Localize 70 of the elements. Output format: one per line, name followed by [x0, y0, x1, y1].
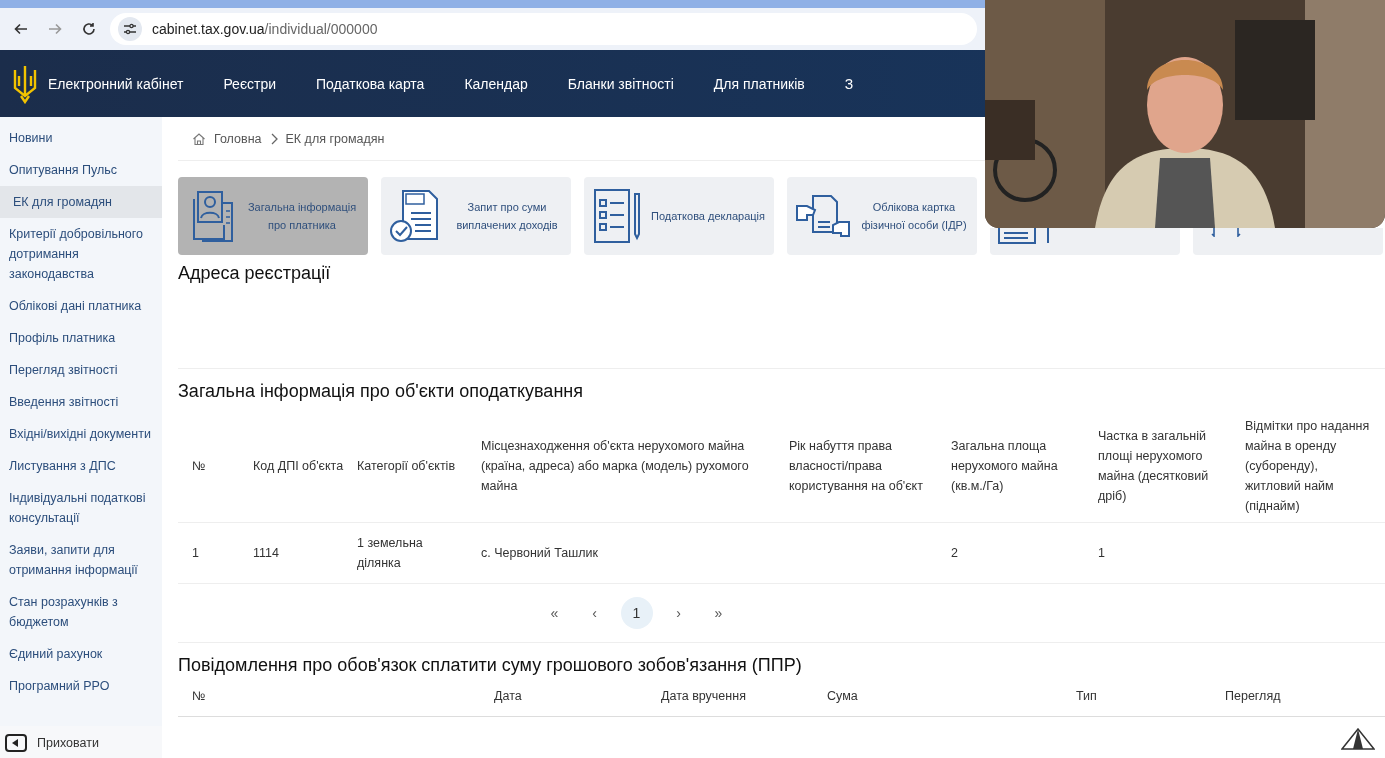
column-header: Категорії об'єктів [357, 458, 457, 475]
breadcrumb-link[interactable]: Головна [214, 131, 262, 146]
form-document-icon [998, 228, 1050, 244]
checklist-icon [592, 188, 642, 244]
column-header: № [192, 458, 207, 475]
nav-link[interactable]: Календар [464, 75, 528, 92]
sidebar-item[interactable]: Єдиний рахунок [0, 638, 162, 670]
column-header: Тип [1076, 688, 1098, 705]
sidebar-item[interactable]: Стан розрахунків з бюджетом [0, 586, 162, 638]
column-header: № [192, 688, 207, 705]
column-header: Відмітки про надання майна в оренду (суборенду), житловий найм (піднайм) [1245, 418, 1371, 515]
breadcrumb-link[interactable]: ЕК для громадян [285, 131, 385, 146]
column-header: Частка в загальній площі нерухомого майна (десятковий дріб) [1098, 428, 1210, 505]
sidebar-item[interactable]: Програмний РРО [0, 670, 162, 702]
column-header: Місцезнаходження об'єкта нерухомого майна (країна, адреса) або марка (модель) рухомого майна [481, 438, 750, 495]
service-tile[interactable] [1193, 228, 1383, 255]
column-header: Сума [827, 688, 859, 705]
nav-link[interactable]: Для платників [713, 75, 805, 92]
table-cell: 1114 [253, 546, 279, 560]
column-header: Код ДПІ об'єкта [253, 458, 345, 475]
column-header: Рік набуття права власності/права користування на об'єкт [789, 438, 924, 495]
sidebar-item[interactable]: Заяви, запити для отримання інформації [0, 534, 162, 586]
trident-logo-icon [12, 63, 38, 104]
sidebar-item[interactable]: Вхідні/вихідні документи [0, 418, 162, 450]
home-icon[interactable] [192, 131, 206, 146]
table-cell: 2 [951, 546, 958, 560]
pagination-button[interactable]: « [540, 597, 569, 629]
table-cell: с. Червоний Ташлик [481, 546, 599, 560]
column-header: Дата [494, 688, 523, 705]
site-title[interactable]: Електронний кабінет [48, 75, 184, 92]
sidebar-item[interactable]: Новини [0, 122, 162, 154]
column-header: Перегляд [1225, 688, 1282, 705]
sidebar-item[interactable]: Облікові дані платника [0, 290, 162, 322]
service-tile[interactable]: Запит про суми виплачених доходів [381, 177, 571, 255]
sidebar-item[interactable]: Опитування Пульс [0, 154, 162, 186]
collapse-label[interactable]: Приховати [37, 736, 99, 750]
service-tile[interactable]: Податкова декларація [584, 177, 774, 255]
pagination-button[interactable]: › [664, 597, 693, 629]
nav-link[interactable]: Реєстри [223, 75, 277, 92]
service-tile[interactable]: Облікова картка фізичної особи (ІДР) [787, 177, 977, 255]
pagination-button[interactable]: » [704, 597, 733, 629]
section-title: Адреса реєстрації [178, 263, 332, 284]
service-tile[interactable]: Загальна інформація про платника [178, 177, 368, 255]
sidebar-item[interactable]: Індивідуальні податкові консультації [0, 482, 162, 534]
sidebar-item[interactable]: Введення звітності [0, 386, 162, 418]
arrows-icon [1211, 228, 1241, 237]
table-cell: 1 земельна ділянка [357, 536, 423, 570]
section-title: Загальна інформація про об'єкти оподаткування [178, 381, 584, 402]
site-settings-icon [118, 17, 142, 41]
service-tile[interactable] [990, 228, 1180, 255]
document-hands-icon [795, 192, 851, 240]
triangle-logo-icon [1341, 728, 1375, 750]
column-header: Дата вручення [661, 688, 747, 705]
sidebar-item[interactable]: Листування з ДПС [0, 450, 162, 482]
nav-link[interactable]: Податкова карта [316, 75, 425, 92]
nav-link[interactable]: З [844, 75, 854, 92]
section-title: Повідомлення про обов'язок сплатити суму грошового зобов'язання (ППР) [178, 655, 803, 676]
pagination-button[interactable]: ‹ [580, 597, 609, 629]
nav-link[interactable]: Бланки звітності [567, 75, 674, 92]
sidebar-item[interactable]: Критерії добровільного дотримання законодавства [0, 218, 162, 290]
table-cell: 1 [192, 546, 199, 560]
table-cell: 1 [1098, 546, 1105, 560]
address-bar[interactable]: cabinet.tax.gov.ua/individual/000000 [110, 13, 977, 45]
chevron-icon [269, 132, 278, 145]
sidebar-item[interactable]: ЕК для громадян [0, 186, 162, 218]
column-header: Загальна площа нерухомого майна (кв.м./Га) [951, 438, 1059, 495]
collapse-icon[interactable] [5, 734, 27, 752]
sidebar-item[interactable]: Перегляд звітності [0, 354, 162, 386]
sidebar-item[interactable]: Профіль платника [0, 322, 162, 354]
pagination-button[interactable]: 1 [620, 597, 653, 629]
